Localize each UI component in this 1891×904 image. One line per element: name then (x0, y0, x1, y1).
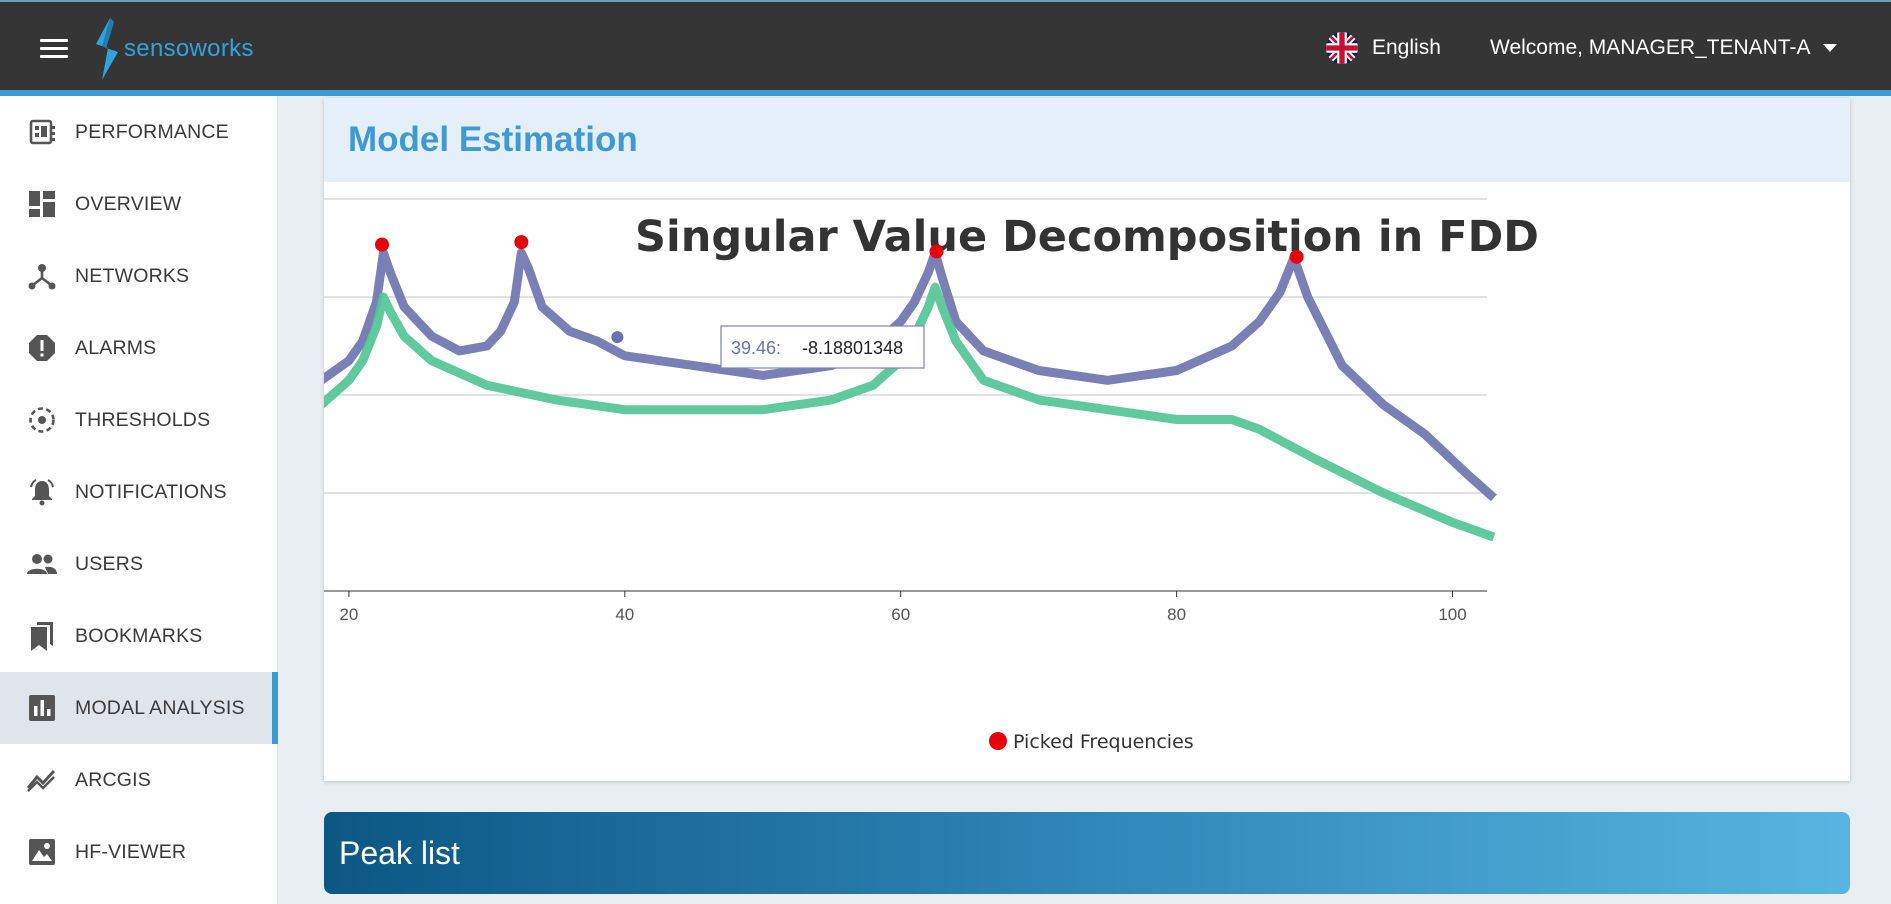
language-selector[interactable]: English (1326, 32, 1441, 64)
peak-marker (375, 237, 390, 252)
model-estimation-card: Model Estimation Singular Value Decompos… (324, 98, 1850, 781)
sidebar-item-thresholds[interactable]: THRESHOLDS (0, 384, 277, 456)
peak-marker (514, 235, 529, 250)
uk-flag-icon (1326, 32, 1358, 64)
sidebar-item-hf-viewer[interactable]: HF-VIEWER (0, 816, 277, 888)
user-menu[interactable]: Welcome, MANAGER_TENANT-A (1490, 36, 1837, 60)
svd-chart: Singular Value Decomposition in FDD 200-… (324, 182, 1850, 781)
users-icon (26, 548, 58, 580)
sidebar-item-label: USERS (75, 552, 144, 575)
performance-icon (26, 116, 58, 148)
alarm-icon (26, 332, 58, 364)
card-header: Model Estimation (324, 98, 1850, 182)
brand-name: sensoworks (124, 35, 254, 62)
sidebar-item-users[interactable]: USERS (0, 528, 277, 600)
sidebar-item-notifications[interactable]: NOTIFICATIONS (0, 456, 277, 528)
sidebar-item-label: OVERVIEW (75, 192, 182, 215)
top-bar: sensoworks English Welcome, MANAGER_TENA… (0, 0, 1891, 90)
peak-list-header[interactable]: Peak list (324, 812, 1850, 894)
peak-marker (1289, 249, 1304, 264)
bell-icon (26, 476, 58, 508)
image-icon (26, 836, 58, 868)
logo-bolt-icon (96, 18, 118, 80)
hover-point (611, 331, 624, 344)
welcome-text: Welcome, MANAGER_TENANT-A (1490, 36, 1811, 59)
dashboard-icon (26, 188, 58, 220)
sidebar-item-label: NOTIFICATIONS (75, 480, 227, 503)
bar-chart-icon (26, 692, 58, 724)
hamburger-menu-icon[interactable] (40, 39, 68, 59)
sidebar-item-label: HF-VIEWER (75, 840, 187, 863)
sidebar-item-label: THRESHOLDS (75, 408, 211, 431)
legend-label: Picked Frequencies (1013, 731, 1194, 753)
sidebar-item-performance[interactable]: PERFORMANCE (0, 96, 277, 168)
sidebar-item-alarms[interactable]: ALARMS (0, 312, 277, 384)
sidebar-item-label: ARCGIS (75, 768, 151, 791)
sidebar-item-modal-analysis[interactable]: MODAL ANALYSIS (0, 672, 278, 744)
caret-down-icon (1822, 44, 1837, 52)
sidebar-item-label: ALARMS (75, 336, 157, 359)
sidebar-item-overview[interactable]: OVERVIEW (0, 168, 277, 240)
sidebar-item-label: MODAL ANALYSIS (75, 696, 245, 719)
sidebar-item-bookmarks[interactable]: BOOKMARKS (0, 600, 277, 672)
peak-list-title: Peak list (339, 834, 460, 871)
top-bar-accent (0, 90, 1891, 96)
network-icon (26, 260, 58, 292)
sidebar-item-networks[interactable]: NETWORKS (0, 240, 277, 312)
sidebar-item-label: PERFORMANCE (75, 120, 229, 143)
card-title: Model Estimation (348, 120, 638, 159)
tooltip-y-value: -8.18801348 (802, 338, 903, 358)
brand-logo[interactable]: sensoworks (92, 18, 254, 80)
sidebar-item-label: NETWORKS (75, 264, 190, 287)
x-tick-label: 100 (1438, 605, 1466, 624)
sidebar-item-arcgis[interactable]: ARCGIS (0, 744, 277, 816)
bookmark-icon (26, 620, 58, 652)
threshold-icon (26, 404, 58, 436)
chart-canvas: 200-20-40-6002040608010039.46:-8.1880134… (324, 198, 1497, 753)
x-tick-label: 40 (615, 605, 634, 624)
language-label: English (1372, 36, 1441, 59)
x-tick-label: 60 (891, 605, 910, 624)
sidebar: PERFORMANCE OVERVIEW NETWORKS ALARMS THR… (0, 96, 278, 904)
sidebar-item-label: BOOKMARKS (75, 624, 203, 647)
x-tick-label: 20 (339, 605, 358, 624)
peak-marker (929, 244, 944, 259)
x-tick-label: 80 (1167, 605, 1186, 624)
legend-marker (989, 732, 1007, 750)
trend-icon (26, 764, 58, 796)
tooltip-x-label: 39.46: (731, 338, 781, 358)
sv1-line (324, 248, 1497, 502)
